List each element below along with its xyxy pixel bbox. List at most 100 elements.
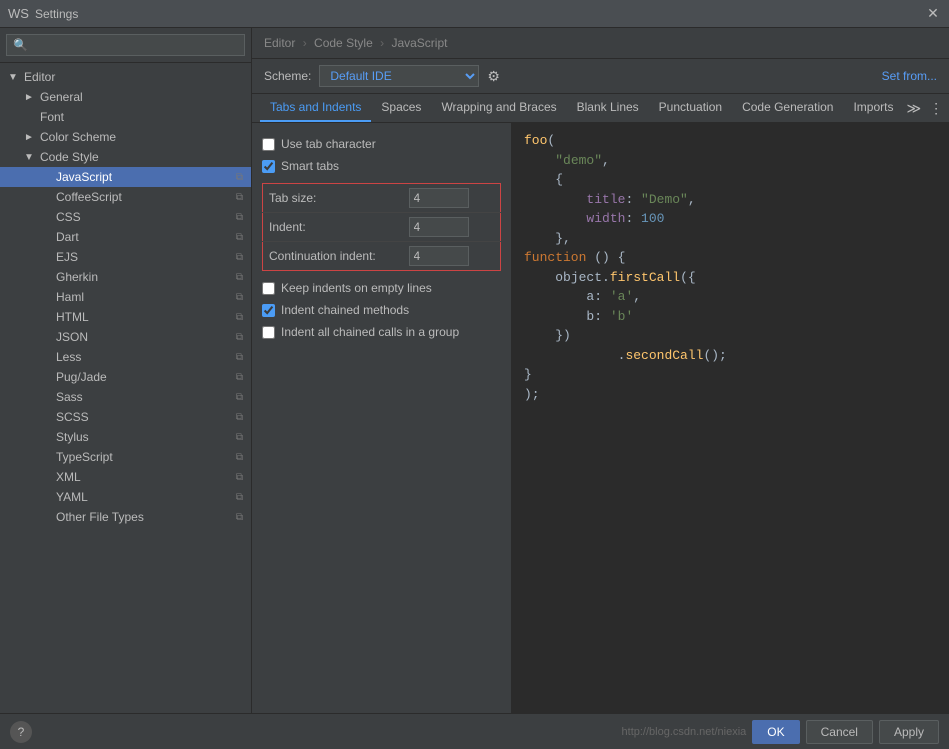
expand-icon: ▼ [24,152,36,163]
sidebar-item-yaml[interactable]: YAML⧉ [0,487,251,507]
copy-icon: ⧉ [236,292,243,303]
scheme-select[interactable]: Default IDE [319,65,479,87]
tab-spaces[interactable]: Spaces [371,94,431,122]
expand-icon: ► [24,92,36,103]
sidebar-item-font[interactable]: Font [0,107,251,127]
sidebar-item-label: Gherkin [56,270,230,284]
scheme-gear-button[interactable]: ⚙ [487,68,500,85]
smart-tabs-checkbox[interactable] [262,160,275,173]
sidebar-item-scss[interactable]: SCSS ⧉ [0,407,251,427]
sidebar-item-code-style[interactable]: ▼ Code Style [0,147,251,167]
indent-chained-checkbox[interactable] [262,304,275,317]
tab-size-input[interactable] [409,188,469,208]
copy-icon: ⧉ [236,492,243,503]
code-line-5: width: 100 [524,209,937,229]
sidebar-item-dart[interactable]: Dart⧉ [0,227,251,247]
sidebar-item-gherkin[interactable]: Gherkin⧉ [0,267,251,287]
indent-all-chained-row: Indent all chained calls in a group [262,321,501,343]
copy-icon: ⧉ [236,372,243,383]
indent-input[interactable] [409,217,469,237]
tab-code-generation[interactable]: Code Generation [732,94,843,122]
smart-tabs-label: Smart tabs [281,159,339,173]
tab-tabs-indents[interactable]: Tabs and Indents [260,94,371,122]
sidebar-item-color-scheme[interactable]: ►Color Scheme [0,127,251,147]
keep-indents-label: Keep indents on empty lines [281,281,432,295]
sidebar-item-less[interactable]: Less⧉ [0,347,251,367]
settings-preview-panel: Use tab character Smart tabs Tab size: I… [252,123,949,713]
use-tab-character-label: Use tab character [281,137,376,151]
sidebar-item-haml[interactable]: Haml ⧉ [0,287,251,307]
sidebar-item-other-file-types[interactable]: Other File Types⧉ [0,507,251,527]
tab-wrapping[interactable]: Wrapping and Braces [431,94,566,122]
sidebar-item-label: Sass [56,390,230,404]
sidebar-item-label: CSS [56,210,230,224]
sidebar-item-ejs[interactable]: EJS⧉ [0,247,251,267]
code-line-2: "demo", [524,151,937,171]
sidebar-item-javascript[interactable]: JavaScript⧉ [0,167,251,187]
tab-size-label: Tab size: [263,184,403,213]
code-line-3: { [524,170,937,190]
sidebar-item-css[interactable]: CSS ⧉ [0,207,251,227]
indent-all-chained-checkbox[interactable] [262,326,275,339]
tab-imports[interactable]: Imports [843,94,903,122]
continuation-indent-input[interactable] [409,246,469,266]
sidebar-item-label: SCSS [56,410,230,424]
set-from-link[interactable]: Set from... [882,69,937,83]
sidebar-item-label: General [40,90,243,104]
sidebar-item-editor[interactable]: ▼Editor [0,67,251,87]
sidebar-item-coffeescript[interactable]: CoffeeScript ⧉ [0,187,251,207]
sidebar-item-xml[interactable]: XML⧉ [0,467,251,487]
sidebar-item-label: Haml [56,290,230,304]
close-button[interactable]: ✕ [925,6,941,22]
search-input[interactable] [6,34,245,56]
tabs-settings-button[interactable]: ⋮ [926,100,946,117]
code-line-14: ); [524,385,937,405]
numeric-fields-table: Tab size: Indent: Continuation indent: [262,183,501,271]
tabs-more: ≫ ⋮ [903,100,946,117]
scheme-label: Scheme: [264,69,311,83]
sidebar-item-stylus[interactable]: Stylus⧉ [0,427,251,447]
continuation-indent-label: Continuation indent: [263,242,403,271]
search-box [0,28,251,63]
code-line-7: function () { [524,248,937,268]
code-line-4: title: "Demo", [524,190,937,210]
copy-icon: ⧉ [236,232,243,243]
sidebar-item-sass[interactable]: Sass⧉ [0,387,251,407]
ok-button[interactable]: OK [752,720,799,744]
sidebar-item-typescript[interactable]: TypeScript⧉ [0,447,251,467]
tabs-row: Tabs and IndentsSpacesWrapping and Brace… [252,94,949,123]
expand-icon: ► [24,132,36,143]
sidebar-item-json[interactable]: JSON⧉ [0,327,251,347]
copy-icon: ⧉ [236,352,243,363]
apply-button[interactable]: Apply [879,720,939,744]
copy-icon: ⧉ [236,192,243,203]
watermark: http://blog.csdn.net/niexia [622,726,747,738]
code-line-9: a: 'a', [524,287,937,307]
sidebar-item-pugjade[interactable]: Pug/Jade⧉ [0,367,251,387]
use-tab-character-row: Use tab character [262,133,501,155]
breadcrumb-code-style: Code Style [314,36,373,50]
keep-indents-checkbox[interactable] [262,282,275,295]
tree-container: ▼Editor ► General Font►Color Scheme ▼ Code St… [0,63,251,713]
copy-icon: ⧉ [236,312,243,323]
tabs-overflow-button[interactable]: ≫ [903,100,924,117]
use-tab-character-checkbox[interactable] [262,138,275,151]
code-line-12: .secondCall(); [524,346,937,366]
tab-blank-lines[interactable]: Blank Lines [567,94,649,122]
code-line-11: }) [524,326,937,346]
preview-panel: foo( "demo", { title: "Demo", width: 100… [512,123,949,713]
tab-punctuation[interactable]: Punctuation [649,94,732,122]
sidebar-item-html[interactable]: HTML⧉ [0,307,251,327]
cancel-button[interactable]: Cancel [806,720,873,744]
breadcrumb-javascript: JavaScript [391,36,447,50]
code-line-13: } [524,365,937,385]
content-panel: Editor › Code Style › JavaScript Scheme:… [252,28,949,713]
help-button[interactable]: ? [10,721,32,743]
sidebar-item-label: CoffeeScript [56,190,230,204]
copy-icon: ⧉ [236,412,243,423]
sidebar-item-general[interactable]: ► General [0,87,251,107]
copy-icon: ⧉ [236,212,243,223]
copy-icon: ⧉ [236,332,243,343]
copy-icon: ⧉ [236,432,243,443]
sidebar-item-label: Code Style [40,150,243,164]
